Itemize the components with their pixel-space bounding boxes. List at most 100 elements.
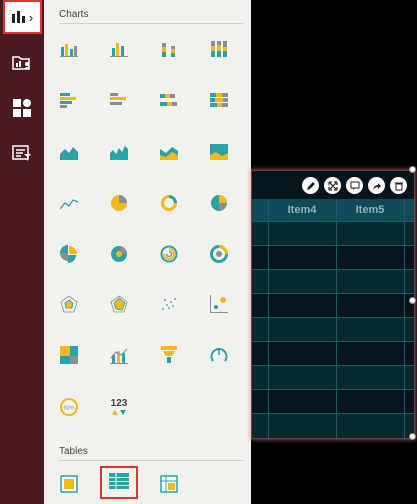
gauge-button[interactable] bbox=[205, 341, 233, 369]
radial-bar-icon bbox=[160, 245, 178, 263]
trash-icon bbox=[394, 182, 403, 190]
area-chart-icon bbox=[60, 147, 78, 160]
left-rail: › bbox=[0, 0, 44, 504]
stacked-bar-100-icon bbox=[210, 93, 228, 107]
table-row[interactable] bbox=[252, 221, 414, 246]
bar-chart-button[interactable] bbox=[55, 86, 83, 114]
pie-chart-button[interactable] bbox=[105, 189, 133, 217]
pie-segments-icon bbox=[211, 195, 227, 211]
pie-segments-button[interactable] bbox=[205, 189, 233, 217]
table-row[interactable] bbox=[252, 413, 414, 438]
expand-icon bbox=[327, 180, 338, 191]
widget-panel: Charts 60% 123 Tables bbox=[44, 0, 251, 504]
chevron-right-icon: › bbox=[28, 9, 34, 25]
table-row[interactable] bbox=[252, 293, 414, 318]
maximize-tool-button[interactable] bbox=[324, 177, 341, 194]
table-row[interactable] bbox=[252, 245, 414, 270]
circular-gauge-button[interactable]: 60% bbox=[55, 393, 83, 421]
charts-toggle-button[interactable]: › bbox=[3, 0, 42, 34]
clustered-bar-icon bbox=[110, 93, 126, 105]
treemap-icon bbox=[60, 346, 78, 364]
pie-of-pie-icon bbox=[111, 246, 127, 262]
filter-button[interactable] bbox=[0, 135, 44, 171]
comment-icon bbox=[350, 181, 359, 190]
spline-area-icon bbox=[110, 146, 128, 160]
charts-divider bbox=[59, 23, 244, 24]
funnel-pie-button[interactable] bbox=[55, 240, 83, 268]
stacked-area-100-button[interactable] bbox=[205, 138, 233, 166]
bar-chart-icon bbox=[11, 11, 25, 23]
doughnut-chart-icon bbox=[161, 195, 177, 211]
scatter-chart-icon bbox=[162, 298, 176, 310]
doughnut-chart-button[interactable] bbox=[155, 189, 183, 217]
line-chart-button[interactable] bbox=[55, 189, 83, 217]
column-header-item5[interactable]: Item5 bbox=[336, 199, 404, 221]
circular-gauge-icon: 60% bbox=[60, 398, 78, 416]
table-row[interactable] bbox=[252, 365, 414, 390]
data-source-button[interactable] bbox=[0, 45, 44, 81]
sunburst-button[interactable] bbox=[205, 240, 233, 268]
clustered-column-icon bbox=[110, 43, 128, 57]
pencil-icon bbox=[306, 181, 315, 190]
combination-chart-button[interactable] bbox=[105, 341, 133, 369]
folder-user-icon bbox=[12, 56, 30, 70]
resize-handle-bottom-right[interactable] bbox=[409, 433, 416, 440]
stacked-area-button[interactable] bbox=[155, 138, 183, 166]
column-divider bbox=[336, 199, 337, 438]
polar-chart-icon bbox=[110, 295, 128, 313]
layout-button[interactable] bbox=[0, 90, 44, 126]
table-row[interactable] bbox=[252, 317, 414, 342]
grid-table-button[interactable] bbox=[105, 468, 133, 496]
scatter-chart-button[interactable] bbox=[155, 290, 183, 318]
kpi-number-label: 123 bbox=[110, 397, 128, 409]
share-tool-button[interactable] bbox=[368, 177, 385, 194]
resize-handle-top-right[interactable] bbox=[409, 166, 416, 173]
card-table-button[interactable] bbox=[55, 470, 83, 498]
funnel-chart-icon bbox=[161, 346, 177, 363]
radar-chart-button[interactable] bbox=[55, 290, 83, 318]
stacked-column-button[interactable] bbox=[155, 35, 183, 63]
bubble-chart-button[interactable] bbox=[205, 290, 233, 318]
comment-tool-button[interactable] bbox=[346, 177, 363, 194]
column-header-item4[interactable]: Item4 bbox=[268, 199, 336, 221]
grid-header: Item4 Item5 bbox=[252, 199, 414, 221]
stacked-area-100-icon bbox=[210, 144, 228, 160]
column-chart-icon bbox=[60, 44, 78, 57]
spline-area-button[interactable] bbox=[105, 138, 133, 166]
edit-tool-button[interactable] bbox=[302, 177, 319, 194]
pie-chart-icon bbox=[111, 195, 127, 211]
clustered-bar-button[interactable] bbox=[105, 86, 133, 114]
grid-icon bbox=[13, 99, 31, 117]
funnel-chart-button[interactable] bbox=[155, 341, 183, 369]
tables-section-title: Tables bbox=[59, 446, 88, 457]
pivot-table-button[interactable] bbox=[155, 470, 183, 498]
stacked-area-icon bbox=[160, 147, 178, 160]
pie-of-pie-button[interactable] bbox=[105, 240, 133, 268]
polar-chart-button[interactable] bbox=[105, 290, 133, 318]
column-chart-button[interactable] bbox=[55, 35, 83, 63]
clustered-column-button[interactable] bbox=[105, 35, 133, 63]
radar-chart-icon bbox=[60, 295, 78, 313]
table-row[interactable] bbox=[252, 341, 414, 366]
treemap-button[interactable] bbox=[55, 341, 83, 369]
table-row[interactable] bbox=[252, 269, 414, 294]
form-filter-icon bbox=[12, 144, 31, 161]
delete-tool-button[interactable] bbox=[390, 177, 407, 194]
table-row[interactable] bbox=[252, 389, 414, 414]
kpi-arrows-icon bbox=[112, 409, 126, 415]
gauge-percent-label: 60% bbox=[63, 406, 74, 412]
column-divider bbox=[268, 199, 269, 438]
stacked-bar-100-button[interactable] bbox=[205, 86, 233, 114]
kpi-card-button[interactable]: 123 bbox=[105, 393, 133, 421]
grid-widget[interactable]: Item4 Item5 bbox=[251, 170, 415, 439]
stacked-bar-button[interactable] bbox=[155, 86, 183, 114]
gauge-icon bbox=[210, 348, 228, 362]
radial-bar-button[interactable] bbox=[155, 240, 183, 268]
charts-section-title: Charts bbox=[59, 9, 89, 20]
stacked-column-100-icon bbox=[211, 41, 227, 57]
resize-handle-right[interactable] bbox=[409, 297, 416, 304]
area-chart-button[interactable] bbox=[55, 138, 83, 166]
stacked-column-100-button[interactable] bbox=[205, 35, 233, 63]
bubble-chart-icon bbox=[210, 295, 228, 313]
line-chart-icon bbox=[60, 199, 78, 210]
